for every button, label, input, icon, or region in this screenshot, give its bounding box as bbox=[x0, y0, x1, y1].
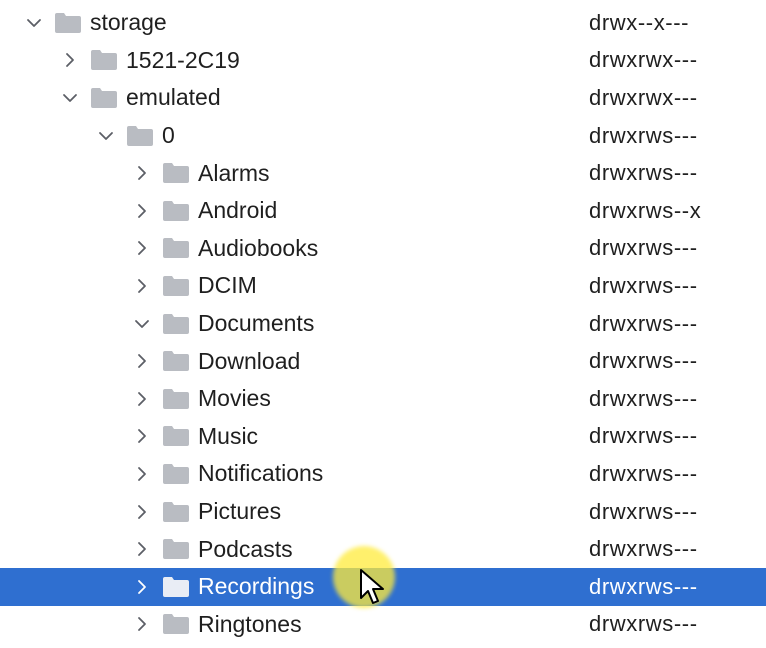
chevron-right-icon[interactable] bbox=[130, 500, 154, 524]
chevron-right-icon[interactable] bbox=[130, 424, 154, 448]
tree-row[interactable]: Movies drwxrws--- bbox=[0, 380, 766, 418]
tree-item-name: 0 bbox=[162, 122, 175, 149]
chevron-down-icon[interactable] bbox=[130, 312, 154, 336]
permissions-label: drwxrws--- bbox=[589, 160, 698, 186]
tree-row[interactable]: DCIM drwxrws--- bbox=[0, 267, 766, 305]
permissions-label: drwxrws--- bbox=[589, 536, 698, 562]
tree-row[interactable]: Ringtones drwxrws--- bbox=[0, 606, 766, 644]
tree-item-name: 1521-2C19 bbox=[126, 46, 240, 73]
permissions-label: drwxrws--- bbox=[589, 573, 698, 599]
tree-row[interactable]: emulated drwxrwx--- bbox=[0, 79, 766, 117]
chevron-right-icon[interactable] bbox=[58, 48, 82, 72]
chevron-right-icon[interactable] bbox=[130, 199, 154, 223]
tree-row[interactable]: Alarms drwxrws--- bbox=[0, 154, 766, 192]
tree-item-name: storage bbox=[90, 9, 167, 36]
folder-icon bbox=[54, 12, 82, 34]
folder-icon bbox=[162, 313, 190, 335]
folder-icon bbox=[162, 275, 190, 297]
tree-row[interactable]: Android drwxrws--x bbox=[0, 192, 766, 230]
tree-item-name: Pictures bbox=[198, 498, 282, 525]
permissions-label: drwxrws--- bbox=[589, 423, 698, 449]
tree-row[interactable]: Documents drwxrws--- bbox=[0, 305, 766, 343]
tree-item-name: Podcasts bbox=[198, 535, 293, 562]
folder-icon bbox=[162, 613, 190, 635]
tree-row[interactable]: Music drwxrws--- bbox=[0, 418, 766, 456]
chevron-right-icon[interactable] bbox=[130, 612, 154, 636]
chevron-right-icon[interactable] bbox=[130, 161, 154, 185]
permissions-label: drwxrws--- bbox=[589, 348, 698, 374]
folder-icon bbox=[162, 350, 190, 372]
chevron-down-icon[interactable] bbox=[94, 124, 118, 148]
folder-icon bbox=[162, 501, 190, 523]
tree-row[interactable]: Recordings drwxrws--- bbox=[0, 567, 766, 606]
chevron-right-icon[interactable] bbox=[130, 274, 154, 298]
permissions-label: drwxrwx--- bbox=[589, 47, 698, 73]
tree-item-name: Music bbox=[198, 422, 259, 449]
permissions-label: drwxrwx--- bbox=[589, 84, 698, 110]
tree-item-name: emulated bbox=[126, 84, 221, 111]
tree-row[interactable]: Audiobooks drwxrws--- bbox=[0, 230, 766, 268]
folder-icon bbox=[162, 200, 190, 222]
folder-icon bbox=[162, 538, 190, 560]
tree-item-name: Android bbox=[198, 197, 278, 224]
folder-icon bbox=[126, 125, 154, 147]
chevron-right-icon[interactable] bbox=[130, 387, 154, 411]
folder-icon bbox=[90, 49, 118, 71]
tree-row[interactable]: Notifications drwxrws--- bbox=[0, 455, 766, 493]
tree-row[interactable]: storage drwx--x--- bbox=[0, 4, 766, 42]
tree-item-name: Ringtones bbox=[198, 610, 302, 637]
permissions-label: drwxrws--x bbox=[589, 197, 702, 223]
tree-item-name: Alarms bbox=[198, 159, 270, 186]
tree-item-name: Recordings bbox=[198, 573, 315, 600]
chevron-right-icon[interactable] bbox=[130, 575, 154, 599]
tree-item-name: Notifications bbox=[198, 460, 324, 487]
chevron-right-icon[interactable] bbox=[130, 462, 154, 486]
tree-row[interactable]: Pictures drwxrws--- bbox=[0, 493, 766, 531]
folder-icon bbox=[90, 87, 118, 109]
tree-item-name: Download bbox=[198, 347, 301, 374]
chevron-down-icon[interactable] bbox=[58, 86, 82, 110]
tree-item-name: DCIM bbox=[198, 272, 257, 299]
folder-icon bbox=[162, 576, 190, 598]
tree-item-name: Movies bbox=[198, 385, 271, 412]
chevron-right-icon[interactable] bbox=[130, 236, 154, 260]
permissions-label: drwxrws--- bbox=[589, 498, 698, 524]
permissions-label: drwxrws--- bbox=[589, 611, 698, 637]
tree-item-name: Audiobooks bbox=[198, 234, 319, 261]
permissions-label: drwxrws--- bbox=[589, 385, 698, 411]
tree-row[interactable]: Download drwxrws--- bbox=[0, 342, 766, 380]
folder-icon bbox=[162, 425, 190, 447]
chevron-right-icon[interactable] bbox=[130, 349, 154, 373]
folder-icon bbox=[162, 388, 190, 410]
folder-icon bbox=[162, 237, 190, 259]
permissions-label: drwxrws--- bbox=[589, 310, 698, 336]
permissions-label: drwxrws--- bbox=[589, 272, 698, 298]
permissions-label: drwxrws--- bbox=[589, 460, 698, 486]
tree-row[interactable]: 0 drwxrws--- bbox=[0, 117, 766, 155]
folder-icon bbox=[162, 162, 190, 184]
permissions-label: drwxrws--- bbox=[589, 122, 698, 148]
tree-row[interactable]: 1521-2C19 drwxrwx--- bbox=[0, 42, 766, 80]
chevron-down-icon[interactable] bbox=[22, 11, 46, 35]
chevron-right-icon[interactable] bbox=[130, 537, 154, 561]
permissions-label: drwx--x--- bbox=[589, 9, 690, 35]
file-tree: storage drwx--x--- 1521-2C19 drwxrwx--- emul… bbox=[0, 4, 766, 643]
permissions-label: drwxrws--- bbox=[589, 235, 698, 261]
folder-icon bbox=[162, 463, 190, 485]
tree-row[interactable]: Podcasts drwxrws--- bbox=[0, 530, 766, 568]
tree-item-name: Documents bbox=[198, 310, 315, 337]
